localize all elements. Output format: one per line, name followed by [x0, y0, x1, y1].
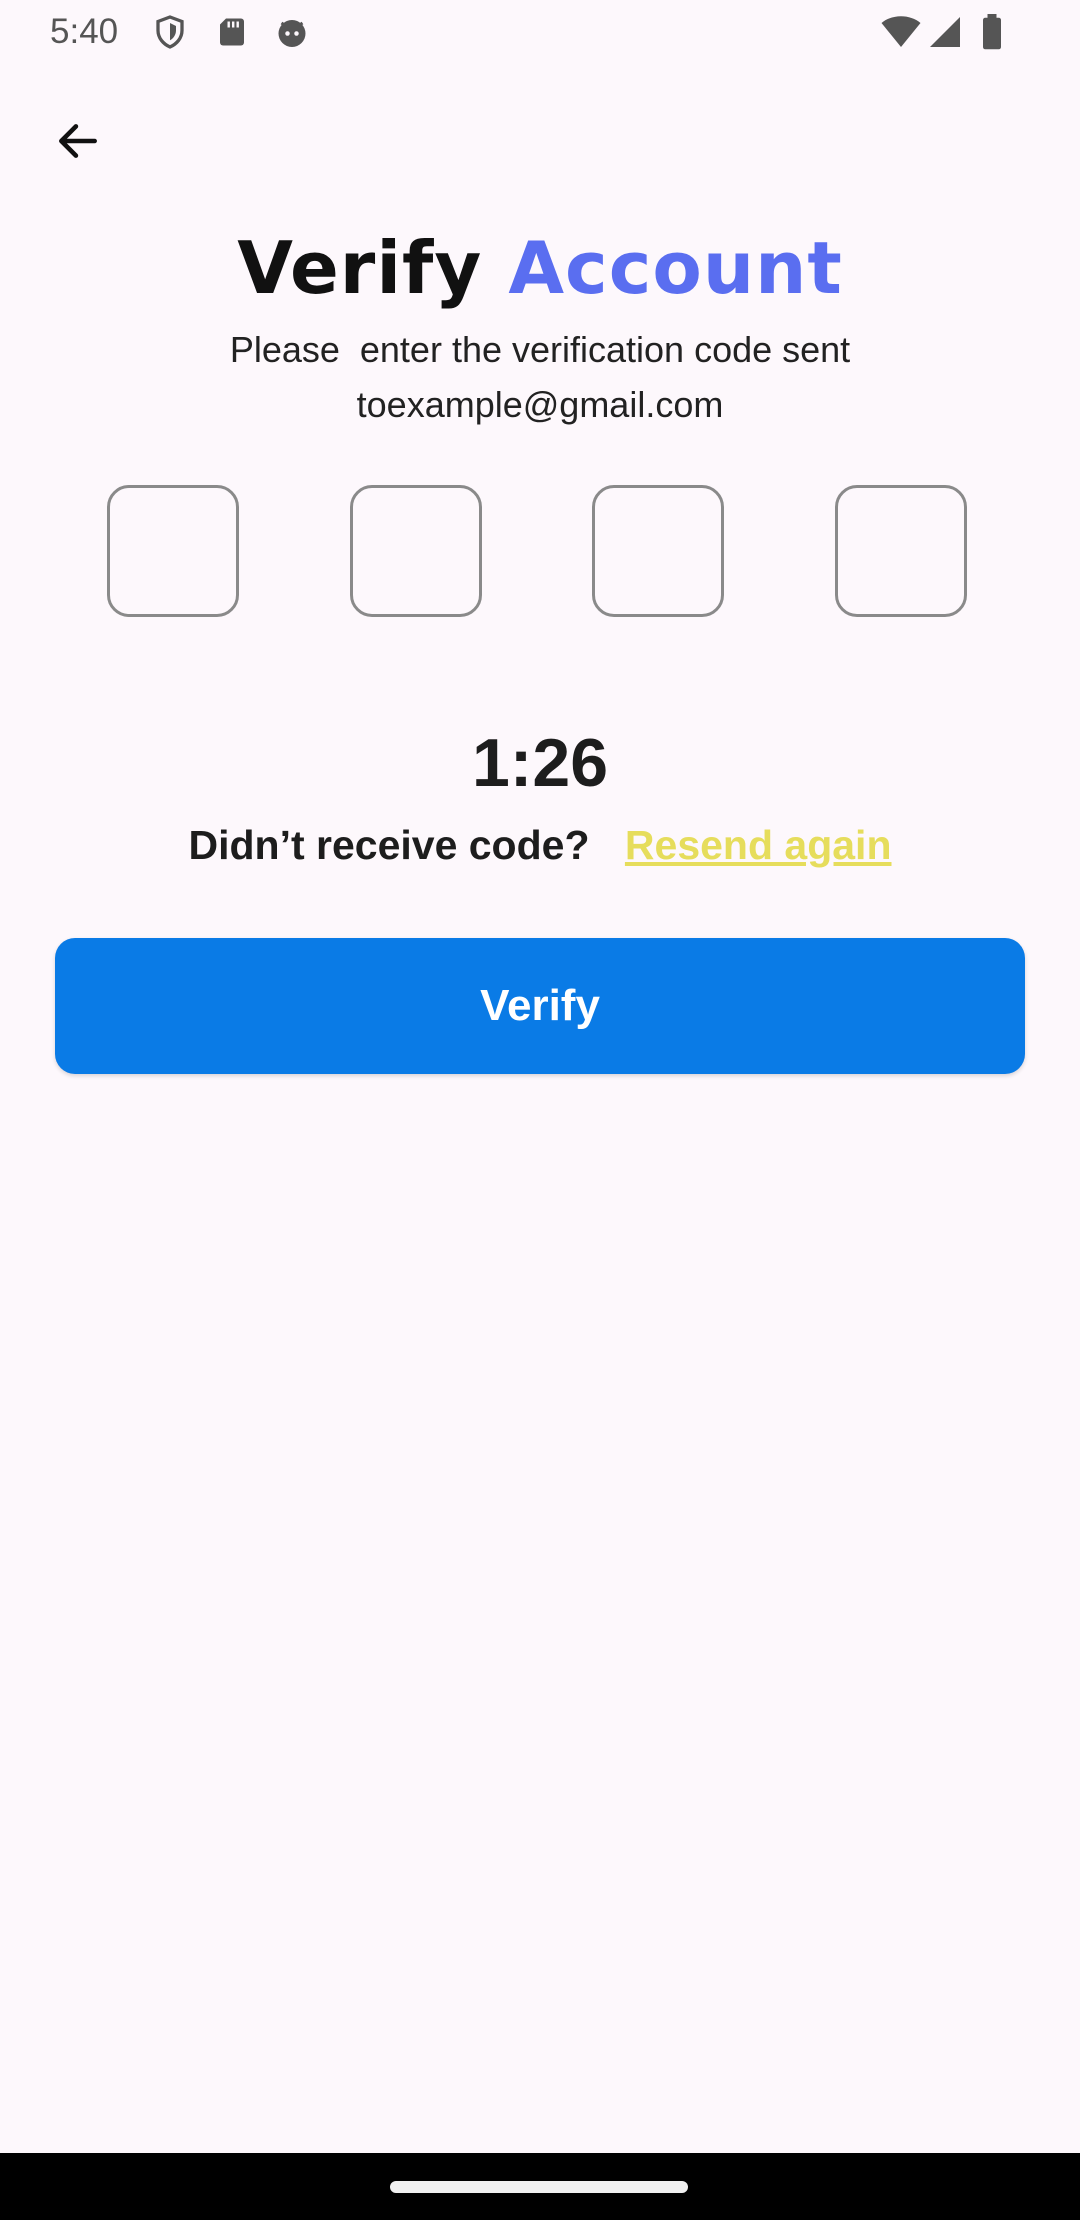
code-digit-2[interactable] [350, 485, 482, 617]
verify-account-screen: 5:40 Verify Account Please enter the ver… [0, 0, 1080, 2220]
code-digit-4[interactable] [835, 485, 967, 617]
resend-link[interactable]: Resend again [625, 822, 892, 868]
sd-card-icon [214, 14, 250, 50]
android-face-icon [274, 14, 310, 50]
instruction-line-1: Please enter the verification code sent [229, 329, 851, 370]
arrow-left-icon [53, 116, 103, 171]
home-indicator[interactable] [390, 2181, 688, 2193]
countdown-timer: 1:26 [471, 725, 609, 801]
page-title: Verify Account [0, 226, 1080, 310]
back-button[interactable] [38, 108, 118, 178]
title-account: Account [508, 226, 843, 310]
battery-icon [978, 14, 1006, 50]
title-verify: Verify [237, 226, 483, 310]
signal-icon [926, 14, 964, 50]
wifi-icon [880, 14, 922, 50]
status-time: 5:40 [50, 12, 119, 51]
resend-row: Didn’t receive code? Resend again [0, 822, 1080, 869]
status-bar: 5:40 [0, 0, 1080, 66]
verify-button[interactable]: Verify [55, 938, 1025, 1074]
code-digit-3[interactable] [592, 485, 724, 617]
instruction-text: Please enter the verification code sent … [0, 322, 1080, 432]
shield-icon [152, 14, 188, 50]
resend-prompt: Didn’t receive code? [188, 822, 590, 868]
code-digit-1[interactable] [107, 485, 239, 617]
instruction-line-2: toexample@gmail.com [356, 384, 724, 425]
